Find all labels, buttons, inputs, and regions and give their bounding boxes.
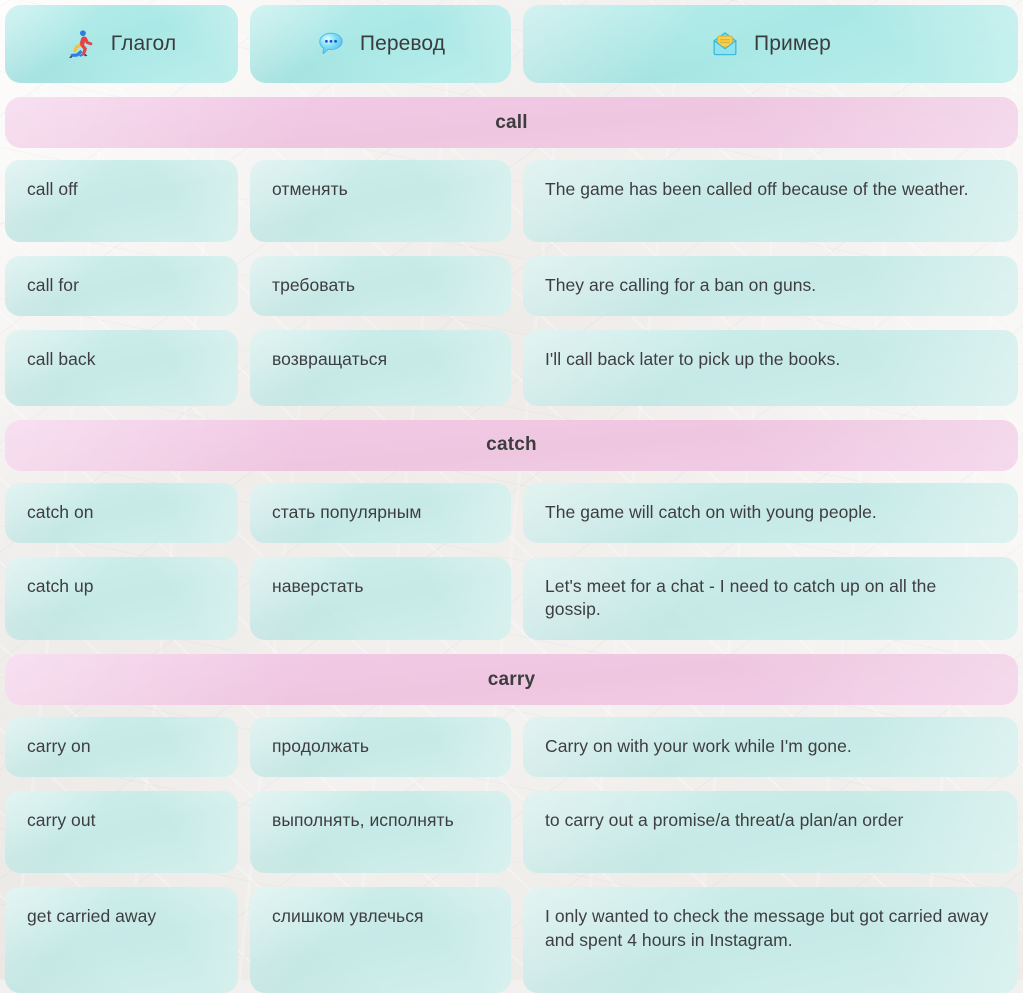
cell-verb: get carried away	[5, 887, 238, 993]
cell-verb: carry out	[5, 791, 238, 873]
cell-verb: carry on	[5, 717, 238, 777]
translation-text: стать популярным	[272, 501, 422, 522]
cell-example: I'll call back later to pick up the book…	[523, 330, 1018, 406]
example-text: The game will catch on with young people…	[545, 501, 877, 522]
cell-translation: продолжать	[250, 717, 511, 777]
cell-example: to carry out a promise/a threat/a plan/a…	[523, 791, 1018, 873]
example-text: They are calling for a ban on guns.	[545, 275, 817, 295]
cell-example: I only wanted to check the message but g…	[523, 887, 1018, 993]
table-row: call off отменять The game has been call…	[5, 160, 1018, 242]
header-cell-verb: Глагол	[5, 5, 238, 83]
cell-verb: call off	[5, 160, 238, 242]
example-text: The game has been called off because of …	[545, 179, 969, 199]
cell-translation: выполнять, исполнять	[250, 791, 511, 873]
translation-text: требовать	[272, 275, 356, 295]
speech-bubble-icon	[316, 29, 346, 59]
example-text: Let's meet for a chat - I need to catch …	[545, 575, 937, 620]
section-title: call	[495, 111, 528, 133]
verb-text: carry on	[27, 736, 91, 757]
header-label-verb: Глагол	[110, 32, 177, 55]
translation-text: наверстать	[272, 575, 364, 596]
section-title: carry	[487, 668, 536, 690]
cell-verb: catch up	[5, 557, 238, 641]
verb-text: get carried away	[27, 905, 157, 926]
cell-verb: call back	[5, 330, 238, 406]
verb-text: catch up	[27, 575, 94, 596]
table-row: catch up наверстать Let's meet for a cha…	[5, 557, 1018, 641]
table-row: call for требовать They are calling for …	[5, 256, 1018, 316]
verb-text: call for	[27, 275, 79, 295]
cell-translation: требовать	[250, 256, 511, 316]
cell-example: The game has been called off because of …	[523, 160, 1018, 242]
cell-example: Carry on with your work while I'm gone.	[523, 717, 1018, 777]
table-row: carry out выполнять, исполнять to carry …	[5, 791, 1018, 873]
table-row: get carried away слишком увлечься I only…	[5, 887, 1018, 993]
translation-text: выполнять, исполнять	[272, 809, 454, 830]
example-text: to carry out a promise/a threat/a plan/a…	[545, 809, 904, 830]
open-envelope-icon	[710, 29, 740, 59]
cell-translation: возвращаться	[250, 330, 511, 406]
example-text: I only wanted to check the message but g…	[545, 905, 989, 950]
example-text: I'll call back later to pick up the book…	[545, 348, 841, 369]
cell-verb: call for	[5, 256, 238, 316]
example-text: Carry on with your work while I'm gone.	[545, 736, 852, 757]
cell-verb: catch on	[5, 483, 238, 543]
header-cell-translation: Перевод	[250, 5, 511, 83]
translation-text: продолжать	[272, 736, 370, 757]
cell-example: Let's meet for a chat - I need to catch …	[523, 557, 1018, 641]
phrasal-verbs-table: Глагол Перевод Пример call call off отме…	[0, 0, 1023, 993]
verb-text: carry out	[27, 809, 96, 830]
header-label-example: Пример	[754, 32, 831, 55]
verb-text: call back	[27, 348, 96, 369]
translation-text: возвращаться	[272, 348, 388, 369]
header-label-translation: Перевод	[359, 32, 446, 55]
cell-translation: наверстать	[250, 557, 511, 641]
section-band-call: call	[5, 97, 1018, 148]
translation-text: отменять	[272, 179, 348, 199]
cell-example: The game will catch on with young people…	[523, 483, 1018, 543]
translation-text: слишком увлечься	[272, 905, 424, 926]
table-header-row: Глагол Перевод Пример	[5, 5, 1018, 83]
table-row: call back возвращаться I'll call back la…	[5, 330, 1018, 406]
cell-translation: стать популярным	[250, 483, 511, 543]
section-band-carry: carry	[5, 654, 1018, 706]
running-person-icon	[67, 29, 97, 59]
verb-text: catch on	[27, 501, 94, 522]
header-cell-example: Пример	[523, 5, 1018, 83]
cell-translation: слишком увлечься	[250, 887, 511, 993]
table-row: carry on продолжать Carry on with your w…	[5, 717, 1018, 777]
section-band-catch: catch	[5, 419, 1018, 471]
cell-example: They are calling for a ban on guns.	[523, 256, 1018, 316]
cell-translation: отменять	[250, 160, 511, 242]
verb-text: call off	[27, 179, 78, 199]
table-row: catch on стать популярным The game will …	[5, 483, 1018, 543]
section-title: catch	[486, 434, 537, 456]
